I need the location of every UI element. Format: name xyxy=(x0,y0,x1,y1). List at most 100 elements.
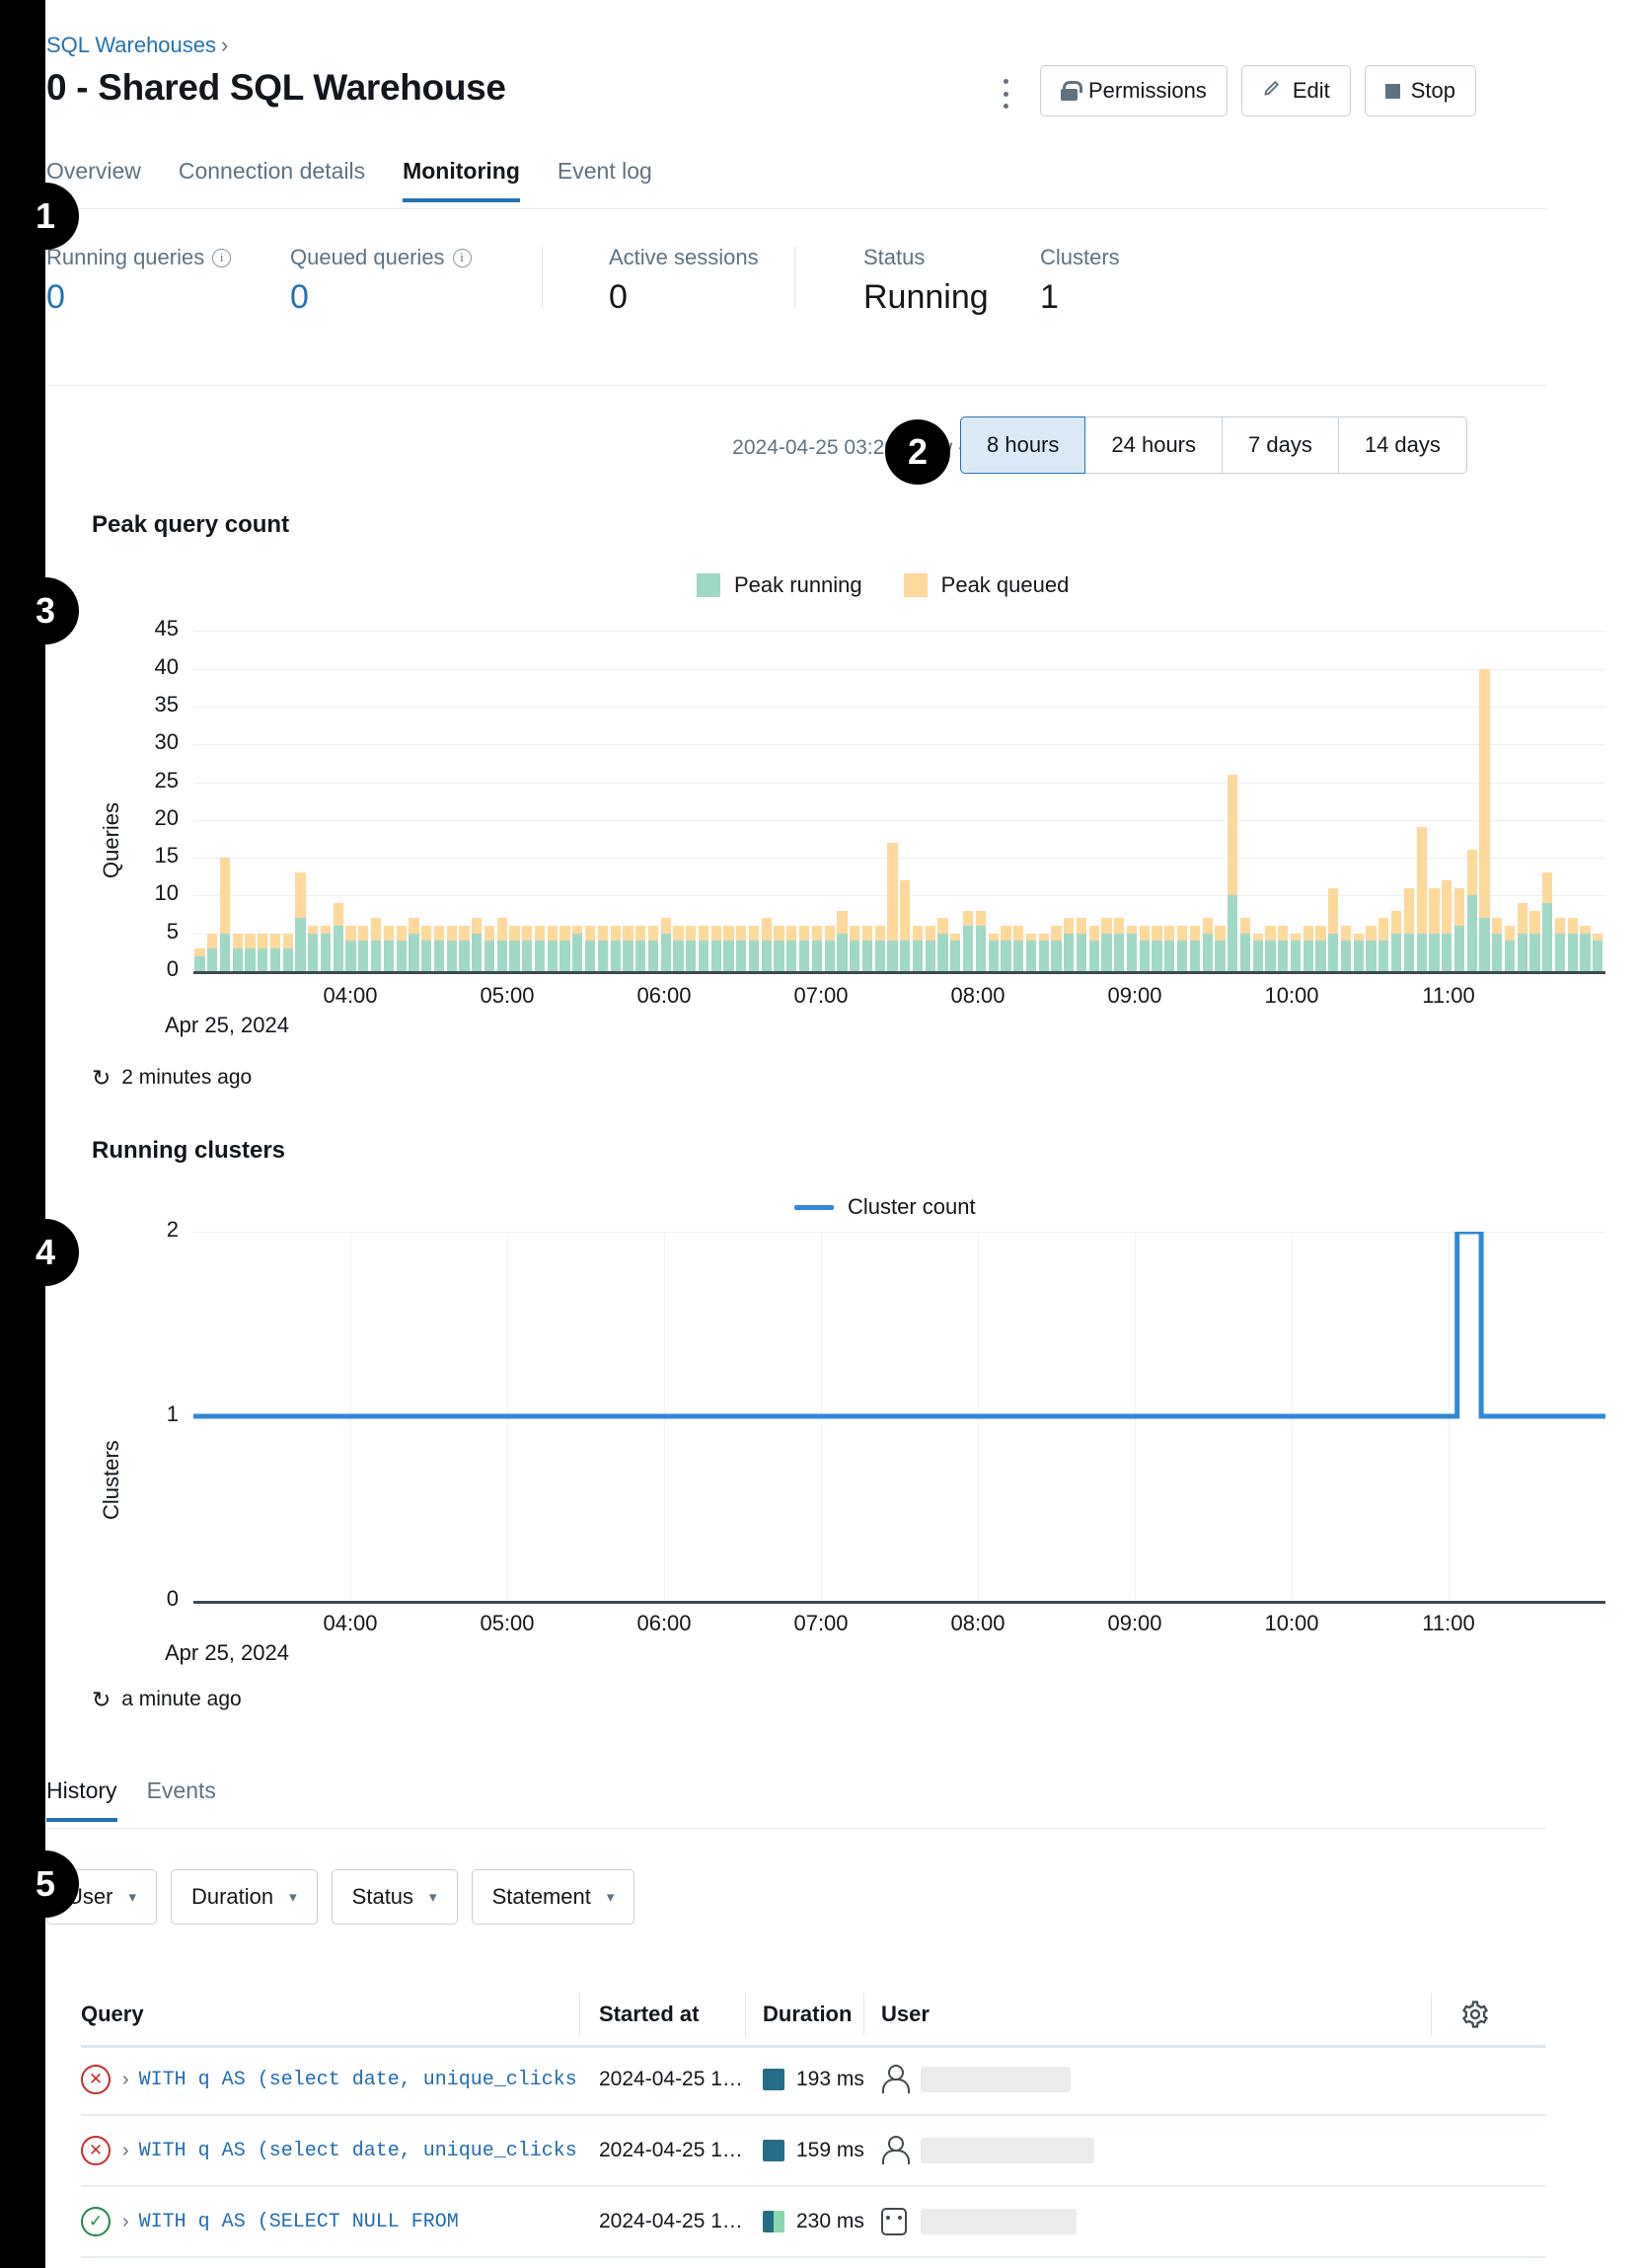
stat-running-queries-value[interactable]: 0 xyxy=(46,278,231,317)
peak-chart-bar[interactable] xyxy=(1327,616,1340,971)
query-text[interactable]: WITH q AS (select date, unique_clicks, t… xyxy=(139,2140,579,2162)
peak-chart-bar[interactable] xyxy=(1365,616,1377,971)
expand-caret-icon[interactable]: › xyxy=(122,2069,129,2091)
tab-events[interactable]: Events xyxy=(147,1777,216,1822)
peak-chart-bar[interactable] xyxy=(1340,616,1353,971)
peak-chart-bar[interactable] xyxy=(1541,616,1554,971)
tab-connection-details[interactable]: Connection details xyxy=(179,158,365,202)
peak-chart-bar[interactable] xyxy=(244,616,257,971)
table-row[interactable]: ✕ › WITH q AS (select date, unique_clicks,… xyxy=(81,2045,1546,2116)
info-icon[interactable]: i xyxy=(212,248,232,267)
clusters-chart-line[interactable] xyxy=(193,1232,1605,1601)
cell-query[interactable]: ✕ › WITH q AS (select date, unique_clicks,… xyxy=(81,2136,579,2165)
peak-chart-bar[interactable] xyxy=(231,616,244,971)
peak-chart-bar[interactable] xyxy=(471,616,484,971)
peak-chart-bar[interactable] xyxy=(332,616,344,971)
expand-caret-icon[interactable]: › xyxy=(122,2140,129,2162)
peak-chart-bar[interactable] xyxy=(193,616,206,971)
peak-chart-bar[interactable] xyxy=(811,616,824,971)
breadcrumb[interactable]: SQL Warehouses › xyxy=(46,33,228,58)
peak-chart-bar[interactable] xyxy=(849,616,861,971)
peak-chart-bar[interactable] xyxy=(722,616,735,971)
range-8-hours[interactable]: 8 hours xyxy=(960,416,1086,474)
peak-chart-bar[interactable] xyxy=(546,616,558,971)
peak-chart-bar[interactable] xyxy=(571,616,584,971)
peak-chart-bar[interactable] xyxy=(609,616,622,971)
peak-chart-bar[interactable] xyxy=(1050,616,1063,971)
peak-chart-bar[interactable] xyxy=(912,616,925,971)
peak-chart-bar[interactable] xyxy=(622,616,634,971)
tab-event-log[interactable]: Event log xyxy=(558,158,652,202)
peak-chart-bar[interactable] xyxy=(534,616,547,971)
tab-history[interactable]: History xyxy=(46,1777,117,1822)
legend-peak-running[interactable]: Peak running xyxy=(697,572,862,598)
peak-chart-bar[interactable] xyxy=(357,616,370,971)
peak-chart-bar[interactable] xyxy=(760,616,773,971)
filter-statement[interactable]: Statement ▾ xyxy=(471,1869,635,1925)
peak-chart-bar[interactable] xyxy=(370,616,383,971)
peak-chart-bar[interactable] xyxy=(1415,616,1428,971)
peak-chart-bar[interactable] xyxy=(294,616,307,971)
peak-chart-bar[interactable] xyxy=(1428,616,1441,971)
filter-status[interactable]: Status ▾ xyxy=(331,1869,458,1925)
peak-chart-bar[interactable] xyxy=(344,616,357,971)
peak-chart-bar[interactable] xyxy=(773,616,785,971)
peak-chart-bar[interactable] xyxy=(597,616,610,971)
peak-chart-bar[interactable] xyxy=(420,616,433,971)
peak-chart-bar[interactable] xyxy=(1113,616,1126,971)
peak-chart-bar[interactable] xyxy=(1100,616,1113,971)
legend-peak-queued[interactable]: Peak queued xyxy=(903,572,1069,598)
range-24-hours[interactable]: 24 hours xyxy=(1085,416,1224,474)
peak-chart-bar[interactable] xyxy=(558,616,571,971)
breadcrumb-link[interactable]: SQL Warehouses xyxy=(46,33,216,57)
peak-chart-bar[interactable] xyxy=(1126,616,1139,971)
peak-chart-bar[interactable] xyxy=(1554,616,1567,971)
peak-chart-bar[interactable] xyxy=(1251,616,1264,971)
peak-chart-bar[interactable] xyxy=(1491,616,1504,971)
peak-chart-refresh[interactable]: ↻ 2 minutes ago xyxy=(92,1066,252,1090)
peak-chart-bar[interactable] xyxy=(1138,616,1151,971)
peak-chart-bar[interactable] xyxy=(1277,616,1290,971)
peak-chart-bar[interactable] xyxy=(206,616,219,971)
peak-chart-bar[interactable] xyxy=(408,616,420,971)
peak-chart-bar[interactable] xyxy=(521,616,534,971)
peak-chart-bars[interactable] xyxy=(193,616,1605,971)
peak-chart-bar[interactable] xyxy=(1290,616,1303,971)
legend-cluster-count[interactable]: Cluster count xyxy=(794,1194,976,1220)
peak-chart-bar[interactable] xyxy=(634,616,647,971)
peak-chart-bar[interactable] xyxy=(1264,616,1277,971)
peak-chart-bar[interactable] xyxy=(1465,616,1478,971)
peak-chart-bar[interactable] xyxy=(1403,616,1416,971)
peak-chart-bar[interactable] xyxy=(647,616,660,971)
peak-chart-bar[interactable] xyxy=(861,616,874,971)
peak-chart-bar[interactable] xyxy=(1239,616,1252,971)
peak-chart-bar[interactable] xyxy=(1151,616,1163,971)
peak-chart-bar[interactable] xyxy=(886,616,899,971)
peak-chart-bar[interactable] xyxy=(320,616,333,971)
column-user[interactable]: User xyxy=(863,1993,1431,2036)
peak-chart-bar[interactable] xyxy=(836,616,849,971)
table-row[interactable]: ✓ › WITH q AS (SELECT NULL FROM __________… xyxy=(81,2187,1546,2258)
peak-chart-bar[interactable] xyxy=(1076,616,1088,971)
peak-chart-bar[interactable] xyxy=(1592,616,1604,971)
peak-chart-bar[interactable] xyxy=(873,616,886,971)
peak-chart-bar[interactable] xyxy=(1377,616,1390,971)
tab-monitoring[interactable]: Monitoring xyxy=(403,158,520,202)
column-started-at[interactable]: Started at xyxy=(579,1993,745,2036)
clusters-chart-refresh[interactable]: ↻ a minute ago xyxy=(92,1688,242,1711)
peak-chart-bar[interactable] xyxy=(798,616,811,971)
range-7-days[interactable]: 7 days xyxy=(1223,416,1339,474)
peak-chart-bar[interactable] xyxy=(924,616,936,971)
peak-chart-bar[interactable] xyxy=(1188,616,1201,971)
peak-chart-bar[interactable] xyxy=(1390,616,1403,971)
peak-chart-bar[interactable] xyxy=(1025,616,1038,971)
peak-chart-bar[interactable] xyxy=(1441,616,1453,971)
peak-chart-bar[interactable] xyxy=(382,616,395,971)
filter-duration[interactable]: Duration ▾ xyxy=(170,1869,318,1925)
peak-chart-bar[interactable] xyxy=(1478,616,1491,971)
peak-chart-bar[interactable] xyxy=(1352,616,1365,971)
peak-chart-bar[interactable] xyxy=(685,616,698,971)
query-text[interactable]: WITH q AS (select date, unique_clicks, t… xyxy=(139,2069,579,2091)
peak-chart-bar[interactable] xyxy=(735,616,748,971)
peak-chart-bar[interactable] xyxy=(936,616,949,971)
